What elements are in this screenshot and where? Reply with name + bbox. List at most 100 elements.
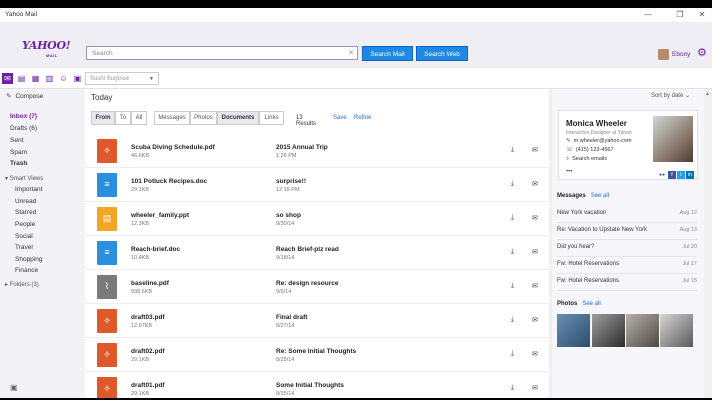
filter-documents[interactable]: Documents	[217, 111, 259, 125]
photo-thumb[interactable]	[626, 314, 659, 347]
email-subject[interactable]: so shop	[276, 212, 301, 219]
mail-icon[interactable]: ✉	[532, 248, 538, 256]
email-subject[interactable]: Reach Brief-plz read	[276, 246, 339, 253]
mail-icon[interactable]: ✉	[2, 73, 13, 84]
file-name[interactable]: Scuba Diving Schedule.pdf	[131, 144, 215, 151]
compose-button[interactable]: ✎ Compose	[6, 92, 43, 100]
file-name[interactable]: Reach-brief.doc	[131, 246, 180, 253]
folder-inbox[interactable]: Inbox (7)	[10, 113, 37, 120]
filter-links[interactable]: Links	[259, 111, 284, 125]
photo-thumb[interactable]	[660, 314, 693, 347]
theme-select[interactable]: Sushi Surprise ▼	[85, 72, 159, 85]
minimize-button[interactable]: —	[640, 10, 656, 19]
messenger-icon[interactable]: ☺	[58, 73, 69, 84]
folder-sent[interactable]: Sent	[10, 137, 23, 144]
email-subject[interactable]: Final draft	[276, 314, 307, 321]
filter-to[interactable]: To	[115, 111, 131, 125]
email-subject[interactable]: Re: design resource	[276, 280, 339, 287]
download-icon[interactable]: ⤓	[511, 214, 514, 222]
download-icon[interactable]: ⤓	[511, 248, 514, 256]
download-icon[interactable]: ⤓	[511, 316, 514, 324]
scroll-up-icon[interactable]: ▲	[705, 91, 710, 97]
folders-header[interactable]: ▸ Folders (3)	[5, 281, 39, 288]
file-name[interactable]: 101 Potluck Recipes.doc	[131, 178, 207, 185]
photos-see-all[interactable]: See all	[582, 301, 600, 307]
smart-view-people[interactable]: People	[15, 221, 35, 228]
email-subject[interactable]: surprise!!	[276, 178, 306, 185]
photo-thumb[interactable]	[592, 314, 625, 347]
news-icon[interactable]: ▣	[72, 73, 83, 84]
yahoo-logo[interactable]: YAHOO!	[22, 39, 71, 52]
facebook-icon[interactable]: f	[668, 171, 676, 179]
smart-view-travel[interactable]: Travel	[15, 244, 33, 251]
mail-icon[interactable]: ✉	[532, 384, 538, 392]
search-web-button[interactable]: Search Web	[416, 46, 468, 61]
table-row[interactable]: ⌇ baseline.pdf 938.6KB Re: design resource 9…	[85, 270, 549, 304]
download-icon[interactable]: ⤓	[511, 350, 514, 358]
messages-see-all[interactable]: See all	[591, 193, 609, 199]
smart-view-social[interactable]: Social	[15, 233, 33, 240]
filter-messages[interactable]: Messages	[154, 111, 190, 125]
search-mail-button[interactable]: Search Mail	[362, 46, 413, 61]
smart-view-shopping[interactable]: Shopping	[15, 256, 42, 263]
refine-link[interactable]: Refine	[354, 115, 371, 121]
table-row[interactable]: ⟡ draft03.pdf 12.97KB Final draft 8/27/14 ⤓ ✉	[85, 304, 549, 338]
sort-dropdown[interactable]: Sort by date ⌄	[651, 92, 690, 99]
file-name[interactable]: baseline.pdf	[131, 280, 169, 287]
list-item[interactable]: Fw: Hotel Reservations Jul 17	[557, 257, 697, 274]
list-item[interactable]: Did you hear? Jul 20	[557, 240, 697, 257]
table-row[interactable]: ≡ 101 Potluck Recipes.doc 29.1KB surprise!!…	[85, 168, 549, 202]
table-row[interactable]: ⟡ draft02.pdf 29.1KB Re: Some Initial Thoug…	[85, 338, 549, 372]
image-icon[interactable]: ▣	[10, 383, 18, 392]
filter-photos[interactable]: Photos	[190, 111, 217, 125]
mail-icon[interactable]: ✉	[532, 214, 538, 222]
mail-icon[interactable]: ✉	[532, 316, 538, 324]
smart-view-important[interactable]: Important	[15, 186, 42, 193]
mail-icon[interactable]: ✉	[532, 180, 538, 188]
mail-icon[interactable]: ✉	[532, 350, 538, 358]
calendar-icon[interactable]: ▦	[30, 73, 41, 84]
folder-spam[interactable]: Spam	[10, 149, 27, 156]
email-subject[interactable]: 2015 Annual Trip	[276, 144, 328, 151]
file-name[interactable]: draft02.pdf	[131, 348, 165, 355]
table-row[interactable]: ⟡ Scuba Diving Schedule.pdf 46.6KB 2015 Ann…	[85, 134, 549, 168]
download-icon[interactable]: ⤓	[511, 146, 514, 154]
gear-icon[interactable]: ⚙	[697, 48, 707, 59]
mail-icon[interactable]: ✉	[532, 146, 538, 154]
email-subject[interactable]: Re: Some Initial Thoughts	[276, 348, 356, 355]
smart-view-starred[interactable]: Starred	[15, 209, 36, 216]
table-row[interactable]: ▤ wheeler_family.ppt 12.3KB so shop 9/30/14 ⤓…	[85, 202, 549, 236]
contacts-icon[interactable]: ▤	[16, 73, 27, 84]
folder-drafts[interactable]: Drafts (6)	[10, 125, 37, 132]
table-row[interactable]: ⟡ draft01.pdf 29.1KB Some Initial Thoughts 8…	[85, 372, 549, 398]
photo-thumb[interactable]	[557, 314, 590, 347]
filter-all[interactable]: All	[131, 111, 147, 125]
filter-from[interactable]: From	[91, 111, 115, 125]
file-name[interactable]: wheeler_family.ppt	[131, 212, 189, 219]
flickr-icon[interactable]: ●●	[658, 171, 666, 179]
twitter-icon[interactable]: t	[677, 171, 685, 179]
right-scrollbar[interactable]: ▲	[704, 89, 712, 398]
folder-trash[interactable]: Trash	[10, 160, 27, 167]
download-icon[interactable]: ⤓	[511, 282, 514, 290]
download-icon[interactable]: ⤓	[511, 180, 514, 188]
notepad-icon[interactable]: ▥	[44, 73, 55, 84]
smart-view-unread[interactable]: Unread	[15, 198, 36, 205]
search-input[interactable]: Search ✕	[86, 46, 358, 60]
search-emails-link[interactable]: ⌕ Search emails	[566, 156, 607, 163]
save-search-link[interactable]: Save	[333, 115, 347, 121]
maximize-button[interactable]: ❐	[672, 10, 688, 19]
clear-icon[interactable]: ✕	[348, 49, 354, 57]
linkedin-icon[interactable]: in	[686, 171, 694, 179]
contact-email[interactable]: ✎ m.wheeler@yahoo.com	[566, 138, 631, 144]
list-item[interactable]: New York vacation Aug 12	[557, 206, 697, 223]
list-item[interactable]: Re: Vacation to Upstate New York Aug 13	[557, 223, 697, 240]
smart-views-header[interactable]: ▾ Smart Views	[5, 175, 43, 182]
close-button[interactable]: ✕	[694, 10, 710, 19]
download-icon[interactable]: ⤓	[511, 384, 514, 392]
file-name[interactable]: draft03.pdf	[131, 314, 165, 321]
list-item[interactable]: Fw: Hotel Reservations Jul 15	[557, 274, 697, 291]
email-subject[interactable]: Some Initial Thoughts	[276, 382, 344, 389]
contact-phone[interactable]: ☏ (415) 123-4567	[566, 147, 614, 153]
more-icon[interactable]: •••	[566, 169, 572, 175]
